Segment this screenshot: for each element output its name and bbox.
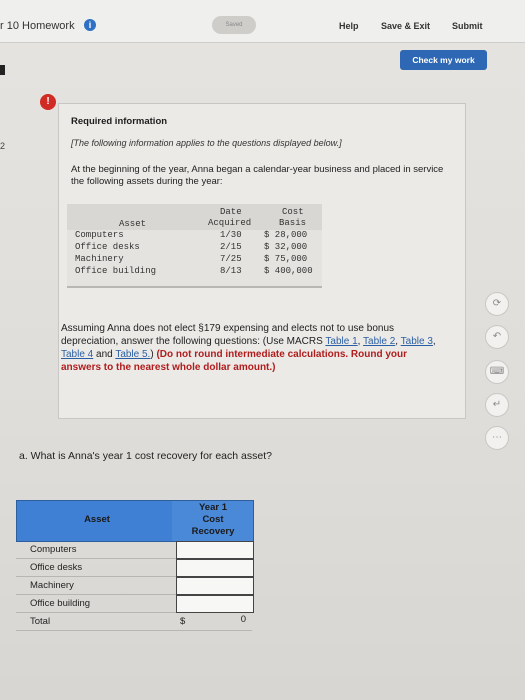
asset-cost: $ 28,000: [264, 230, 308, 240]
date-header-1: Date: [220, 207, 242, 217]
table-3-link[interactable]: Table 3: [401, 336, 433, 347]
table-5-link[interactable]: Table 5.: [115, 349, 150, 360]
nav-marker: [0, 65, 5, 75]
required-information-box: Required information [The following info…: [58, 103, 466, 419]
office-building-recovery-input[interactable]: [176, 595, 254, 613]
answer-table: Asset Year 1 Cost Recovery Computers Off…: [16, 500, 254, 632]
computers-recovery-input[interactable]: [176, 541, 254, 559]
cost-header-1: Cost: [282, 207, 304, 217]
part-a-question: a. What is Anna's year 1 cost recovery f…: [19, 450, 272, 462]
date-header-2: Acquired: [208, 218, 252, 228]
question-marker: 2: [0, 141, 6, 151]
more-icon[interactable]: ⋯: [485, 426, 509, 450]
table-row: Machinery: [16, 576, 254, 595]
cost-header-2: Basis: [279, 218, 307, 228]
submit-link[interactable]: Submit: [452, 21, 483, 31]
asset-date: 7/25: [220, 254, 242, 264]
undo-icon[interactable]: ↶: [485, 325, 509, 349]
machinery-recovery-input[interactable]: [176, 577, 254, 595]
alert-icon: !: [40, 94, 56, 110]
asset-name: Machinery: [75, 254, 124, 264]
recovery-label-3: Recovery: [191, 526, 235, 537]
office-desks-recovery-input[interactable]: [176, 559, 254, 577]
required-title: Required information: [71, 116, 168, 127]
asset-table: Asset Date Acquired Cost Basis Computers…: [67, 204, 322, 288]
required-note: [The following information applies to th…: [71, 138, 342, 148]
asset-date: 8/13: [220, 266, 242, 276]
required-intro: At the beginning of the year, Anna began…: [71, 164, 444, 187]
asset-name: Computers: [75, 230, 124, 240]
asset-cost: $ 75,000: [264, 254, 308, 264]
row-label: Computers: [30, 544, 77, 555]
table-2-link[interactable]: Table 2: [363, 336, 395, 347]
asset-column-label: Asset: [84, 514, 110, 525]
row-label: Machinery: [30, 580, 74, 591]
save-exit-link[interactable]: Save & Exit: [381, 21, 430, 31]
total-value: 0: [240, 614, 246, 625]
asset-date: 1/30: [220, 230, 242, 240]
recovery-label-2: Cost: [202, 514, 224, 525]
info-icon[interactable]: i: [84, 19, 96, 31]
table-row: Office desks: [16, 558, 254, 577]
saved-status: Saved: [212, 16, 256, 34]
question-text: Assuming Anna does not elect §179 expens…: [61, 323, 436, 373]
total-label: Total: [30, 616, 51, 627]
total-currency: $: [180, 616, 186, 627]
asset-cost: $ 400,000: [264, 266, 313, 276]
check-my-work-button[interactable]: Check my work: [400, 50, 487, 70]
table-1-link[interactable]: Table 1: [325, 336, 357, 347]
row-label: Office desks: [30, 562, 83, 573]
assignment-title: r 10 Homework: [0, 20, 75, 32]
return-icon[interactable]: ↵: [485, 393, 509, 417]
keyboard-icon[interactable]: ⌨: [485, 360, 509, 384]
table-row: Computers: [16, 540, 254, 559]
total-row: Total $ 0: [16, 612, 252, 631]
question-close: ): [150, 349, 154, 360]
asset-cost: $ 32,000: [264, 242, 308, 252]
recovery-label-1: Year 1: [199, 502, 227, 513]
homework-page: r 10 Homework i Saved Help Save & Exit S…: [0, 0, 525, 700]
asset-name: Office desks: [75, 242, 140, 252]
asset-date: 2/15: [220, 242, 242, 252]
table-row: Office building: [16, 594, 254, 613]
table-4-link[interactable]: Table 4: [61, 349, 93, 360]
refresh-icon[interactable]: ⟳: [485, 292, 509, 316]
answer-table-header: Asset Year 1 Cost Recovery: [16, 500, 254, 542]
rounding-instruction: (Do not round intermediate calculations.…: [61, 349, 408, 373]
row-label: Office building: [30, 598, 91, 609]
asset-name: Office building: [75, 266, 157, 276]
asset-header: Asset: [119, 219, 147, 229]
help-link[interactable]: Help: [339, 21, 359, 31]
top-bar: r 10 Homework i Saved Help Save & Exit S…: [0, 0, 525, 43]
